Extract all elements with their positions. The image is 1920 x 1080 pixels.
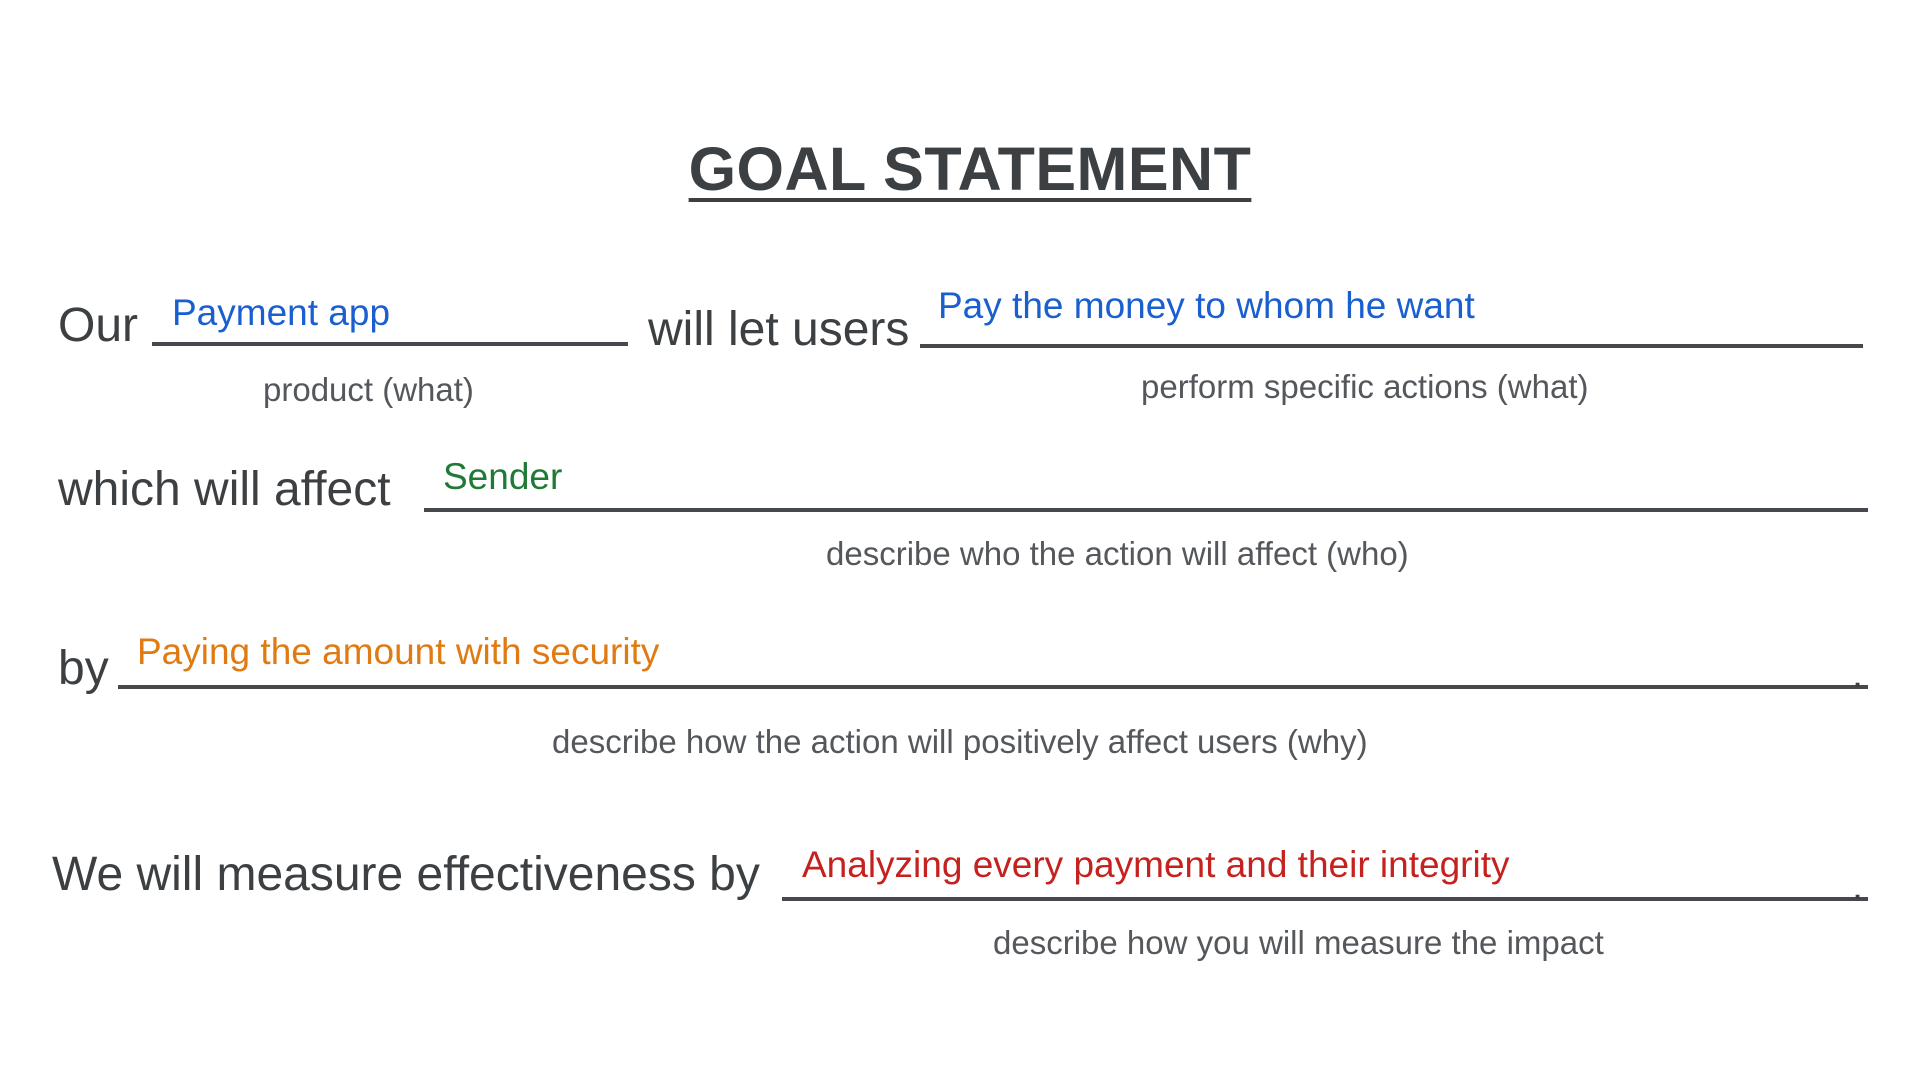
- row3-period: .: [1852, 652, 1864, 696]
- affect-blank-line: [424, 508, 1868, 512]
- action-blank-line: [920, 344, 1863, 348]
- action-hint: perform specific actions (what): [1141, 368, 1589, 405]
- lead-which-will-affect: which will affect: [58, 463, 391, 516]
- product-hint: product (what): [263, 371, 474, 408]
- lead-will-let-users: will let users: [648, 303, 910, 356]
- measure-blank-line: [782, 897, 1868, 901]
- benefit-input[interactable]: Paying the amount with security: [137, 633, 659, 670]
- product-input[interactable]: Payment app: [172, 294, 390, 331]
- action-input[interactable]: Pay the money to whom he want: [938, 287, 1475, 324]
- measure-input[interactable]: Analyzing every payment and their integr…: [802, 846, 1509, 883]
- lead-we-will-measure: We will measure effectiveness by: [52, 848, 760, 901]
- affect-input[interactable]: Sender: [443, 458, 562, 495]
- benefit-hint: describe how the action will positively …: [552, 723, 1368, 760]
- page-title: GOAL STATEMENT: [688, 135, 1252, 203]
- measure-hint: describe how you will measure the impact: [993, 924, 1604, 961]
- row4-period: .: [1852, 864, 1864, 908]
- lead-our: Our: [58, 299, 139, 352]
- lead-by: by: [58, 642, 109, 695]
- benefit-blank-line: [118, 685, 1868, 689]
- product-blank-line: [152, 342, 628, 346]
- affect-hint: describe who the action will affect (who…: [826, 535, 1409, 572]
